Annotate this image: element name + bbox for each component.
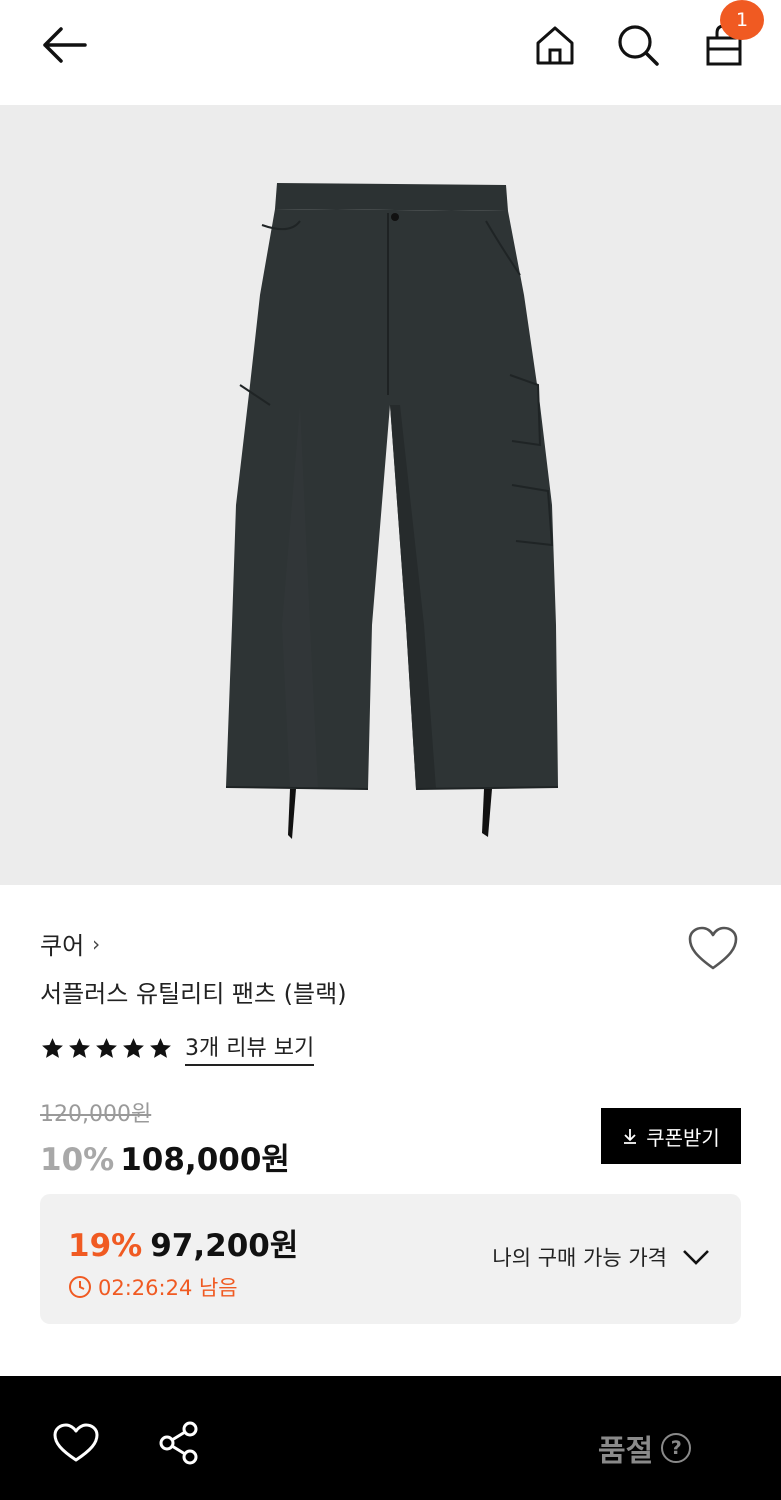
my-price-panel[interactable]: 19% 97,200원 02:26:24 남음 나의 구매 가능 가격 xyxy=(40,1194,741,1324)
original-price: 120,000원 xyxy=(40,1102,152,1127)
product-image[interactable] xyxy=(0,105,781,885)
timer-row: 02:26:24 남음 xyxy=(68,1272,238,1302)
rating-stars xyxy=(40,1036,173,1061)
my-price-row: 19% 97,200원 xyxy=(68,1220,298,1265)
top-app-bar: 1 xyxy=(0,0,781,105)
home-icon xyxy=(536,26,574,65)
cart-count-badge: 1 xyxy=(720,0,764,40)
discount-rate: 10% xyxy=(40,1142,115,1178)
soldout-status: 품절 ? xyxy=(598,1426,692,1470)
reviews-link[interactable]: 3개 리뷰 보기 xyxy=(185,1030,315,1066)
search-icon xyxy=(618,25,659,66)
download-icon xyxy=(622,1127,638,1145)
heart-icon xyxy=(688,926,738,970)
star-icon xyxy=(42,1037,63,1058)
soldout-label: 품절 xyxy=(598,1434,654,1469)
star-icon xyxy=(96,1037,117,1058)
my-price-value: 97,200원 xyxy=(150,1228,299,1264)
brand-name: 쿠어 xyxy=(40,932,85,960)
home-button[interactable] xyxy=(530,20,580,70)
coupon-button[interactable]: 쿠폰받기 xyxy=(601,1108,741,1164)
share-icon xyxy=(159,1421,198,1465)
heart-icon xyxy=(53,1423,99,1462)
bottom-wishlist-button[interactable] xyxy=(52,1422,100,1464)
sale-price: 108,000원 xyxy=(120,1142,290,1178)
my-price-toggle[interactable]: 나의 구매 가능 가격 xyxy=(492,1242,711,1272)
rating-row: 3개 리뷰 보기 xyxy=(40,1030,315,1066)
my-discount-rate: 19% xyxy=(68,1228,143,1264)
product-title: 서플러스 유틸리티 팬츠 (블랙) xyxy=(40,980,347,1008)
arrow-left-icon xyxy=(43,27,87,63)
star-icon xyxy=(123,1037,144,1058)
clock-icon xyxy=(68,1275,92,1299)
cargo-pants-image xyxy=(225,183,559,839)
star-icon xyxy=(69,1037,90,1058)
timer-text: 02:26:24 남음 xyxy=(98,1276,238,1300)
coupon-button-label: 쿠폰받기 xyxy=(646,1127,720,1150)
chevron-right-icon: › xyxy=(92,931,101,956)
back-button[interactable] xyxy=(36,22,92,68)
brand-link[interactable]: 쿠어 › xyxy=(40,926,100,961)
price-row: 10% 108,000원 xyxy=(40,1134,290,1179)
search-button[interactable] xyxy=(612,20,664,70)
star-icon xyxy=(150,1037,171,1058)
bottom-action-bar: 품절 ? xyxy=(0,1376,781,1500)
wishlist-button[interactable] xyxy=(686,924,740,974)
share-button[interactable] xyxy=(156,1420,202,1466)
my-price-label: 나의 구매 가능 가격 xyxy=(492,1246,667,1270)
help-icon[interactable]: ? xyxy=(661,1433,692,1463)
chevron-down-icon xyxy=(681,1247,711,1267)
